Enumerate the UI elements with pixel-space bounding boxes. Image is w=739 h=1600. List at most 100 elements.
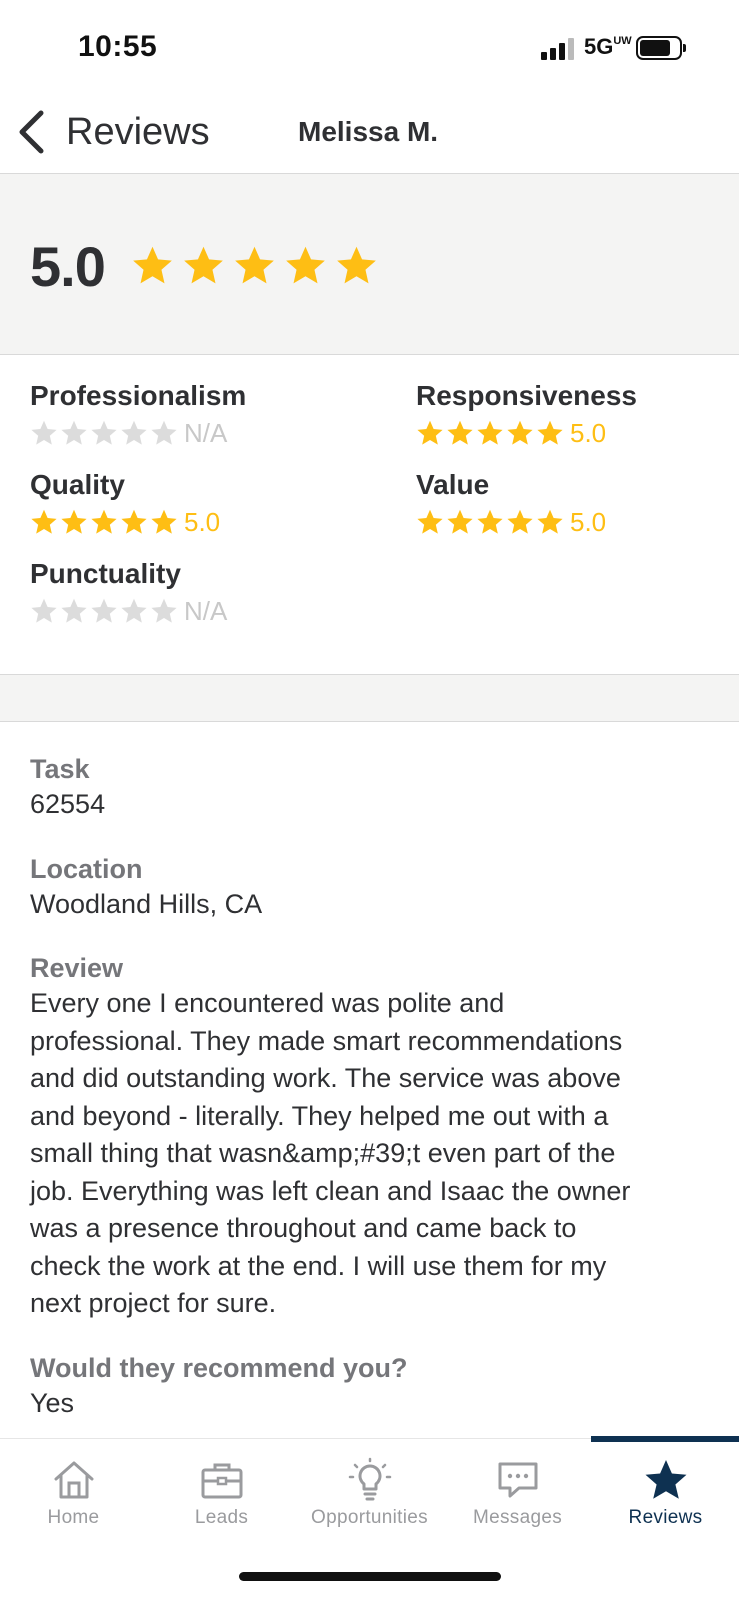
category-label: Professionalism	[30, 380, 247, 411]
review-line: job. Everything was left clean and Isaac…	[30, 1175, 631, 1206]
star-empty-icon	[91, 598, 117, 623]
star-filled-icon	[91, 509, 117, 534]
recommend-section: Would they recommend you? Yes	[30, 1351, 720, 1423]
task-label: Task	[30, 754, 90, 784]
category-value: N/A	[184, 595, 228, 626]
category-value: 5.0	[570, 417, 607, 448]
task-value: 62554	[30, 789, 106, 819]
star-filled-icon	[61, 509, 87, 534]
star-empty-icon	[121, 420, 147, 445]
star-empty-icon	[31, 598, 57, 623]
review-section: Review Every one I encountered was polit…	[30, 951, 720, 1323]
star-empty-icon	[151, 598, 177, 623]
star-filled-icon	[184, 246, 223, 284]
location-label: Location	[30, 853, 143, 884]
star-filled-icon	[507, 420, 533, 445]
star-filled-icon	[537, 420, 563, 445]
star-filled-icon	[447, 420, 473, 445]
review-line: and did outstanding work. The service wa…	[30, 1063, 621, 1093]
tab-label: Reviews	[628, 1507, 703, 1528]
tab-label: Opportunities	[311, 1507, 428, 1528]
category-label: Quality	[30, 469, 125, 500]
review-line: next project for sure.	[30, 1288, 277, 1318]
star-filled-icon	[507, 509, 533, 534]
tab-leads[interactable]: Leads	[148, 1439, 295, 1549]
star-filled-icon	[477, 420, 503, 445]
review-line: was a presence throughout and came back …	[30, 1213, 577, 1243]
battery-icon	[636, 36, 686, 60]
review-line: professional. They made smart recommenda…	[30, 1025, 623, 1056]
category-ratings: Professionalism N/A Responsiveness 5.0 Q…	[0, 355, 739, 675]
star-filled-icon	[151, 509, 177, 534]
review-label: Review	[30, 953, 124, 983]
category-value: N/A	[184, 417, 228, 448]
review-line: and beyond - literally. They helped me o…	[30, 1100, 609, 1131]
location-section: Location Woodland Hills, CA	[30, 852, 720, 924]
chat-icon	[498, 1462, 537, 1498]
page-title: Melissa M.	[298, 116, 439, 147]
star-icon	[645, 1460, 686, 1499]
tab-label: Leads	[194, 1507, 249, 1528]
status-bar: 10:55 5GUW	[0, 0, 739, 92]
nav-header: Reviews Melissa M.	[0, 92, 739, 174]
star-filled-icon	[235, 246, 274, 284]
overall-stars	[131, 244, 378, 287]
review-line: Every one I encountered was polite and	[30, 988, 505, 1018]
home-icon	[54, 1461, 93, 1499]
tab-messages[interactable]: Messages	[444, 1439, 591, 1549]
star-filled-icon	[417, 420, 443, 445]
category-value: 5.0	[570, 506, 607, 537]
recommend-value: Yes	[30, 1387, 75, 1418]
category-responsiveness: Responsiveness 5.0	[416, 379, 637, 450]
star-empty-icon	[121, 598, 147, 623]
category-stars	[30, 597, 178, 625]
tab-label: Messages	[473, 1507, 562, 1528]
star-filled-icon	[121, 509, 147, 534]
chevron-left-icon	[19, 110, 44, 154]
network-indicator: 5GUW	[584, 34, 632, 59]
star-empty-icon	[31, 420, 57, 445]
review-line: check the work at the end. I will use th…	[30, 1250, 607, 1281]
home-indicator	[239, 1572, 501, 1581]
category-label: Responsiveness	[416, 380, 637, 411]
category-value: 5.0	[184, 506, 221, 537]
overall-rating: 5.0	[0, 174, 739, 355]
review-details: Task 62554 Location Woodland Hills, CA R…	[30, 752, 720, 1450]
tab-reviews[interactable]: Reviews	[592, 1439, 739, 1549]
category-stars	[30, 419, 178, 447]
category-quality: Quality 5.0	[30, 468, 220, 539]
category-stars	[416, 419, 564, 447]
star-filled-icon	[477, 509, 503, 534]
star-filled-icon	[286, 246, 325, 284]
category-stars	[416, 508, 564, 536]
star-filled-icon	[31, 509, 57, 534]
section-divider	[0, 674, 739, 722]
star-filled-icon	[133, 246, 172, 284]
star-filled-icon	[537, 509, 563, 534]
category-value: Value 5.0	[416, 468, 606, 539]
location-value: Woodland Hills, CA	[30, 888, 263, 919]
category-punctuality: Punctuality N/A	[30, 557, 227, 628]
review-line: small thing that wasn&amp;#39;t even par…	[30, 1138, 616, 1168]
recommend-label: Would they recommend you?	[30, 1352, 408, 1383]
star-empty-icon	[61, 598, 87, 623]
star-filled-icon	[417, 509, 443, 534]
signal-icon	[541, 38, 577, 60]
back-button[interactable]: Reviews	[16, 104, 210, 160]
status-time: 10:55	[78, 30, 158, 63]
overall-score: 5.0	[30, 235, 106, 298]
task-section: Task 62554	[30, 752, 720, 824]
star-empty-icon	[91, 420, 117, 445]
tab-opportunities[interactable]: Opportunities	[296, 1439, 443, 1549]
tab-label: Home	[47, 1507, 100, 1528]
category-label: Punctuality	[30, 558, 181, 589]
tab-home[interactable]: Home	[0, 1439, 147, 1549]
briefcase-icon	[201, 1463, 242, 1499]
lightbulb-icon	[348, 1457, 391, 1501]
category-professionalism: Professionalism N/A	[30, 379, 246, 450]
category-stars	[30, 508, 178, 536]
category-label: Value	[416, 469, 490, 500]
star-empty-icon	[151, 420, 177, 445]
star-filled-icon	[337, 246, 376, 284]
star-empty-icon	[61, 420, 87, 445]
